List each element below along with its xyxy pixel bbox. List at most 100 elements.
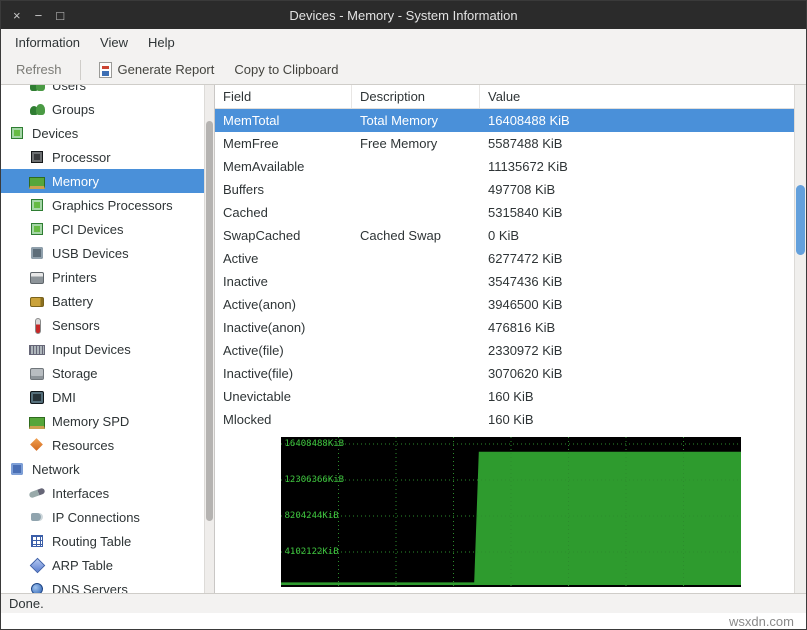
copy-to-clipboard-button[interactable]: Copy to Clipboard (227, 59, 345, 80)
sidebar-item-graphics-processors[interactable]: Graphics Processors (1, 193, 204, 217)
cell-value: 3070620 KiB (480, 366, 806, 381)
table-row[interactable]: Inactive(anon)476816 KiB (215, 316, 806, 339)
sidebar-item-routing-table[interactable]: Routing Table (1, 529, 204, 553)
sidebar-item-resources[interactable]: Resources (1, 433, 204, 457)
generate-report-button[interactable]: Generate Report (92, 59, 222, 81)
sidebar-item-sensors[interactable]: Sensors (1, 313, 204, 337)
sidebar-item-label: Memory (52, 174, 99, 189)
printer-icon (29, 269, 45, 285)
sidebar-item-storage[interactable]: Storage (1, 361, 204, 385)
sidebar-item-label: Devices (32, 126, 78, 141)
table-row[interactable]: Unevictable 160 KiB (215, 385, 806, 408)
sidebar-item-users[interactable]: Users (1, 85, 204, 97)
sidebar-item-label: Sensors (52, 318, 100, 333)
sidebar-item-ip-connections[interactable]: IP Connections (1, 505, 204, 529)
table-row[interactable]: Active(anon)3946500 KiB (215, 293, 806, 316)
sidebar-item-label: Users (52, 85, 86, 93)
sidebar-item-memory-spd[interactable]: Memory SPD (1, 409, 204, 433)
cell-field: SwapCached (215, 228, 352, 243)
interfaces-icon (29, 485, 45, 501)
window-title: Devices - Memory - System Information (1, 8, 806, 23)
cell-value: 5315840 KiB (480, 205, 806, 220)
table-row[interactable]: Buffers497708 KiB (215, 178, 806, 201)
cell-field: MemAvailable (215, 159, 352, 174)
sidebar-item-interfaces[interactable]: Interfaces (1, 481, 204, 505)
sidebar-item-processor[interactable]: Processor (1, 145, 204, 169)
window-controls: × − □ (1, 9, 76, 22)
sidebar-item-label: Input Devices (52, 342, 131, 357)
graphics-icon (29, 197, 45, 213)
column-header-value[interactable]: Value (480, 85, 806, 108)
sidebar-item-network[interactable]: Network (1, 457, 204, 481)
cell-field: Active(file) (215, 343, 352, 358)
chart-canvas (281, 437, 741, 587)
sidebar-item-devices[interactable]: Devices (1, 121, 204, 145)
storage-icon (29, 365, 45, 381)
resources-icon (29, 437, 45, 453)
sidebar-item-arp-table[interactable]: ARP Table (1, 553, 204, 577)
sidebar-item-label: ARP Table (52, 558, 113, 573)
cell-field: MemTotal (215, 113, 352, 128)
sidebar-item-dns-servers[interactable]: DNS Servers (1, 577, 204, 593)
sidebar-item-label: PCI Devices (52, 222, 124, 237)
table-row[interactable]: MemTotalTotal Memory16408488 KiB (215, 109, 806, 132)
cell-value: 6277472 KiB (480, 251, 806, 266)
sidebar-item-pci-devices[interactable]: PCI Devices (1, 217, 204, 241)
content-scrollbar[interactable] (794, 85, 806, 593)
table-row[interactable]: Inactive3547436 KiB (215, 270, 806, 293)
sidebar-item-label: Battery (52, 294, 93, 309)
titlebar: × − □ Devices - Memory - System Informat… (1, 1, 806, 29)
content-scrollbar-thumb[interactable] (796, 185, 805, 255)
menu-view[interactable]: View (90, 31, 138, 54)
menu-information[interactable]: Information (5, 31, 90, 54)
table-row[interactable]: Cached 5315840 KiB (215, 201, 806, 224)
cell-field: Cached (215, 205, 352, 220)
table-row[interactable]: Active6277472 KiB (215, 247, 806, 270)
sidebar-scrollbar-thumb[interactable] (206, 121, 213, 521)
sidebar-item-usb-devices[interactable]: USB Devices (1, 241, 204, 265)
refresh-button[interactable]: Refresh (9, 59, 69, 80)
table-row[interactable]: MemAvailable11135672 KiB (215, 155, 806, 178)
battery-icon (29, 293, 45, 309)
sidebar-item-memory[interactable]: Memory (1, 169, 204, 193)
status-bar: Done. (1, 593, 806, 613)
generate-report-label: Generate Report (118, 62, 215, 77)
cell-field: Unevictable (215, 389, 352, 404)
table-row[interactable]: Inactive(file)3070620 KiB (215, 362, 806, 385)
ip-connections-icon (29, 509, 45, 525)
memory-usage-chart: 16408488KiB 12306366KiB 8204244KiB 41021… (281, 437, 741, 587)
sidebar-tree: Users Groups Devices Processor Memory Gr… (1, 85, 204, 593)
cell-field: Mlocked (215, 412, 352, 427)
devices-icon (9, 125, 25, 141)
cell-value: 16408488 KiB (480, 113, 806, 128)
sidebar-scrollbar[interactable] (204, 85, 214, 593)
users-icon (29, 85, 45, 93)
chart-section: 16408488KiB 12306366KiB 8204244KiB 41021… (215, 431, 806, 593)
chart-ytick: 8204244KiB (285, 511, 339, 521)
cell-description: Total Memory (352, 113, 480, 128)
cell-value: 5587488 KiB (480, 136, 806, 151)
cell-description: Free Memory (352, 136, 480, 151)
sidebar: Users Groups Devices Processor Memory Gr… (1, 85, 215, 593)
table-row[interactable]: Active(file)2330972 KiB (215, 339, 806, 362)
sidebar-item-groups[interactable]: Groups (1, 97, 204, 121)
table-row[interactable]: SwapCachedCached Swap0 KiB (215, 224, 806, 247)
sidebar-item-battery[interactable]: Battery (1, 289, 204, 313)
sidebar-item-label: Memory SPD (52, 414, 129, 429)
sidebar-item-dmi[interactable]: DMI (1, 385, 204, 409)
menu-help[interactable]: Help (138, 31, 185, 54)
sidebar-item-printers[interactable]: Printers (1, 265, 204, 289)
maximize-icon[interactable]: □ (56, 9, 64, 22)
content-panel: Field Description Value MemTotalTotal Me… (215, 85, 806, 593)
generate-report-icon (99, 62, 112, 78)
input-devices-icon (29, 341, 45, 357)
table-row[interactable]: MemFreeFree Memory5587488 KiB (215, 132, 806, 155)
close-icon[interactable]: × (13, 9, 21, 22)
minimize-icon[interactable]: − (35, 9, 43, 22)
cell-value: 160 KiB (480, 389, 806, 404)
sidebar-item-input-devices[interactable]: Input Devices (1, 337, 204, 361)
table-row[interactable]: Mlocked160 KiB (215, 408, 806, 431)
column-header-description[interactable]: Description (352, 85, 480, 108)
column-header-field[interactable]: Field (215, 85, 352, 108)
cell-value: 0 KiB (480, 228, 806, 243)
